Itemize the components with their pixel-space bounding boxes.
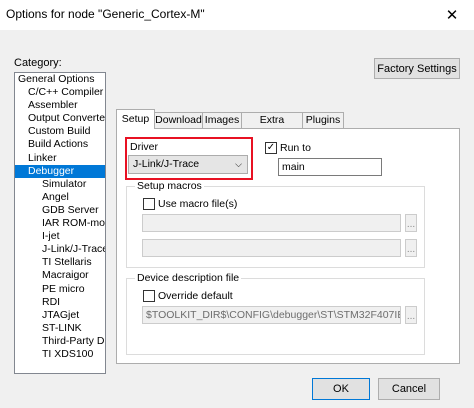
category-item-c-c-compiler[interactable]: C/C++ Compiler — [15, 86, 105, 99]
run-to-label: Run to — [280, 142, 311, 154]
category-item-gdb-server[interactable]: GDB Server — [15, 204, 105, 217]
driver-select-value: J-Link/J-Trace — [133, 158, 200, 170]
category-item-assembler[interactable]: Assembler — [15, 99, 105, 112]
tab-plugins[interactable]: Plugins — [302, 112, 344, 128]
setup-panel: Driver J-Link/J-Trace ⌵ ✓ Run to main Se… — [116, 128, 460, 364]
category-label: Category: — [14, 57, 62, 69]
macro-browse-button-2[interactable]: ... — [405, 239, 417, 257]
category-item-ti-stellaris[interactable]: TI Stellaris — [15, 256, 105, 269]
device-description-browse-button[interactable]: ... — [405, 306, 417, 324]
macro-file-input-2[interactable] — [142, 239, 401, 257]
factory-settings-button[interactable]: Factory Settings — [374, 58, 460, 79]
dialog-body: Category: General Options C/C++ Compiler A… — [0, 30, 474, 408]
category-item-output-converter[interactable]: Output Converter — [15, 112, 105, 125]
use-macro-label: Use macro file(s) — [158, 198, 238, 210]
checkmark-icon: ✓ — [266, 142, 276, 153]
tab-extra-options[interactable]: Extra Options — [241, 112, 303, 141]
category-item-pe-micro[interactable]: PE micro — [15, 283, 105, 296]
run-to-checkbox[interactable]: ✓ — [265, 142, 277, 154]
category-item-jtagjet[interactable]: JTAGjet — [15, 309, 105, 322]
category-item-general-options[interactable]: General Options — [15, 73, 105, 86]
category-item-linker[interactable]: Linker — [15, 152, 105, 165]
driver-label: Driver — [130, 141, 158, 153]
ok-button[interactable]: OK — [312, 378, 370, 400]
override-default-checkbox[interactable] — [143, 290, 155, 302]
category-item-build-actions[interactable]: Build Actions — [15, 138, 105, 151]
category-item-simulator[interactable]: Simulator — [15, 178, 105, 191]
use-macro-checkbox[interactable] — [143, 198, 155, 210]
category-item-third-party-driver[interactable]: Third-Party Driver — [15, 335, 105, 348]
category-item-i-jet[interactable]: I-jet — [15, 230, 105, 243]
close-button[interactable]: ✕ — [430, 0, 474, 30]
category-item-angel[interactable]: Angel — [15, 191, 105, 204]
tab-download[interactable]: Download — [154, 112, 203, 128]
category-list[interactable]: General Options C/C++ Compiler Assembler Ou… — [14, 72, 106, 374]
category-item-macraigor[interactable]: Macraigor — [15, 269, 105, 282]
category-item-iar-rom-monitor[interactable]: IAR ROM-monitor — [15, 217, 105, 230]
title-bar: Options for node "Generic_Cortex-M" ✕ — [0, 0, 474, 30]
driver-select[interactable]: J-Link/J-Trace ⌵ — [128, 155, 248, 174]
run-to-input[interactable]: main — [278, 158, 382, 176]
window-title: Options for node "Generic_Cortex-M" — [6, 7, 205, 21]
category-item-ti-xds100[interactable]: TI XDS100 — [15, 348, 105, 361]
category-item-j-link-j-trace[interactable]: J-Link/J-Trace — [15, 243, 105, 256]
category-item-st-link[interactable]: ST-LINK — [15, 322, 105, 335]
override-default-label: Override default — [158, 290, 233, 302]
tab-images[interactable]: Images — [202, 112, 242, 128]
chevron-down-icon: ⌵ — [235, 159, 242, 169]
category-item-debugger[interactable]: Debugger — [15, 164, 105, 178]
category-item-rdi[interactable]: RDI — [15, 296, 105, 309]
macro-file-input-1[interactable] — [142, 214, 401, 232]
category-item-custom-build[interactable]: Custom Build — [15, 125, 105, 138]
tab-setup[interactable]: Setup — [116, 109, 155, 129]
device-description-label: Device description file — [135, 272, 242, 284]
macro-browse-button-1[interactable]: ... — [405, 214, 417, 232]
cancel-button[interactable]: Cancel — [378, 378, 440, 400]
device-description-path-input[interactable]: $TOOLKIT_DIR$\CONFIG\debugger\ST\STM32F4… — [142, 306, 401, 324]
setup-macros-label: Setup macros — [135, 180, 204, 192]
